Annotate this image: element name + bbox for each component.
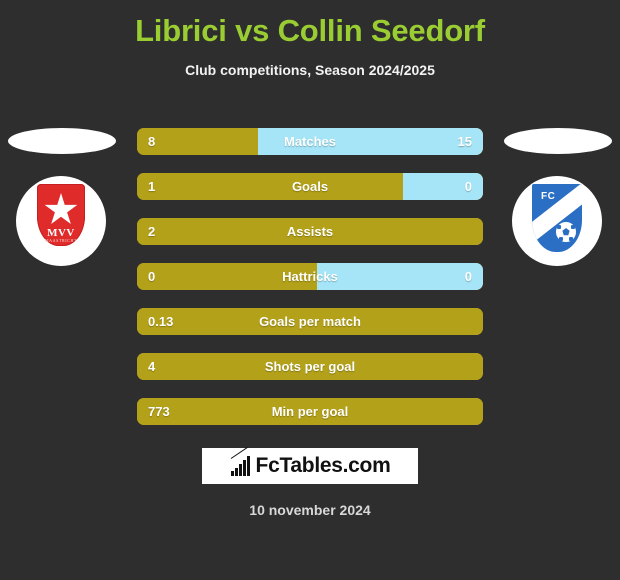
ball-patch: [569, 237, 573, 241]
page-title: Librici vs Collin Seedorf: [135, 13, 485, 48]
ball-patch: [557, 225, 561, 229]
stat-bar-row: 0 Hattricks 0: [137, 263, 483, 290]
away-team-logo-slot: FC EINDHOVEN: [498, 120, 618, 270]
home-team-city: MAASTRICHT: [44, 238, 77, 243]
stat-away-value: 15: [457, 134, 472, 149]
comparison-infographic: Librici vs Collin Seedorf Club competiti…: [0, 0, 620, 580]
stat-bar-row: 773 Min per goal: [137, 398, 483, 425]
stat-label: Shots per goal: [264, 359, 356, 374]
away-logo-ellipse-decoration: [504, 128, 612, 154]
stat-bar-row: 4 Shots per goal: [137, 353, 483, 380]
stat-bar-row: 1 Goals 0: [137, 173, 483, 200]
away-team-crest: FC EINDHOVEN: [512, 176, 602, 266]
stat-bar-row: 2 Assists: [137, 218, 483, 245]
ball-patch: [571, 225, 575, 229]
stat-label: Matches: [283, 134, 337, 149]
home-logo-ellipse-decoration: [8, 128, 116, 154]
home-team-crest: MVV MAASTRICHT: [16, 176, 106, 266]
date-label: 10 november 2024: [249, 502, 371, 518]
stat-label: Assists: [286, 224, 334, 239]
soccer-ball-icon: [555, 221, 577, 243]
page-subtitle: Club competitions, Season 2024/2025: [185, 62, 435, 78]
ball-patch: [559, 237, 563, 241]
stat-away-value: 0: [464, 269, 472, 284]
bar-chart-icon: [230, 446, 252, 476]
stat-label: Hattricks: [282, 269, 338, 284]
stat-bar-row: 0.13 Goals per match: [137, 308, 483, 335]
stat-bar-row: 8 Matches 15: [137, 128, 483, 155]
brand-name: FcTables.com: [255, 454, 391, 477]
stats-bar-list: 8 Matches 15 1 Goals 0 2 Assists 0 Hattricks 0 0.13…: [137, 128, 483, 443]
stat-away-value: 0: [464, 179, 472, 194]
brand-logo[interactable]: FcTables.com: [202, 446, 418, 484]
star-icon: [44, 193, 78, 224]
away-team-name-line1: FC: [541, 191, 556, 202]
home-team-logo-slot: MVV MAASTRICHT: [2, 120, 122, 270]
stat-label: Min per goal: [271, 404, 349, 419]
stat-label: Goals per match: [259, 314, 361, 329]
eindhoven-shield-icon: FC EINDHOVEN: [530, 182, 584, 254]
stat-label: Goals: [291, 179, 329, 194]
ball-center-patch: [562, 228, 570, 236]
mvv-shield-icon: MVV MAASTRICHT: [37, 184, 85, 246]
